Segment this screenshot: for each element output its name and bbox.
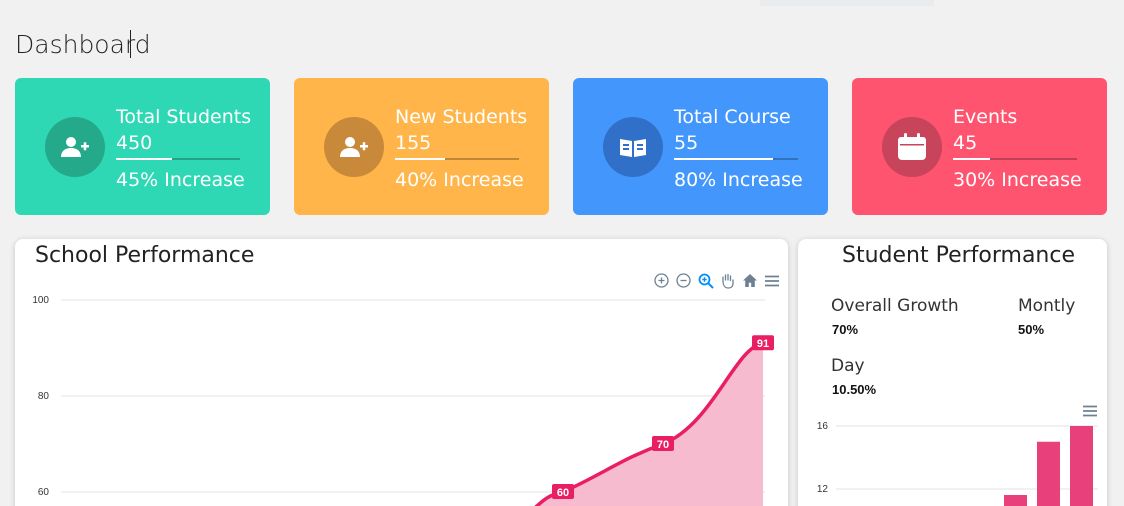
bar: [1037, 441, 1060, 506]
card-footer: 80% Increase: [674, 169, 803, 191]
card-value: 45: [953, 132, 978, 154]
school-performance-chart: 100 80 60 60 70 91: [32, 295, 774, 506]
y-tick-label: 16: [817, 421, 829, 432]
top-strip: [760, 0, 934, 6]
card-title: New Students: [395, 106, 528, 128]
bar: [1070, 426, 1093, 506]
progress-bar: [395, 158, 519, 160]
y-tick-label: 80: [38, 391, 50, 402]
progress-bar: [953, 158, 1077, 160]
school-performance-panel: School Performance 100 80 60 60 70 91: [15, 239, 788, 506]
card-footer: 40% Increase: [395, 169, 524, 191]
data-label: 60: [557, 487, 569, 499]
card-value: 450: [116, 132, 153, 154]
y-tick-label: 60: [38, 487, 50, 498]
data-label: 91: [757, 338, 769, 350]
card-value: 155: [395, 132, 432, 154]
data-label: 70: [657, 439, 669, 451]
card-events[interactable]: Events 45 30% Increase: [852, 78, 1107, 215]
progress-fill: [116, 158, 172, 160]
book-open-icon: [603, 117, 663, 177]
card-total-students[interactable]: Total Students 450 45% Increase: [15, 78, 270, 215]
user-plus-icon: [324, 117, 384, 177]
area-fill: [536, 343, 763, 506]
user-plus-icon: [45, 117, 105, 177]
card-total-course[interactable]: Total Course 55 80% Increase: [573, 78, 828, 215]
text-cursor: [130, 30, 131, 58]
bar: [1004, 495, 1027, 506]
progress-fill: [395, 158, 445, 160]
student-performance-panel: Student Performance Overall Growth 70% M…: [798, 239, 1107, 506]
progress-fill: [674, 158, 774, 160]
card-title: Total Students: [116, 106, 252, 128]
card-new-students[interactable]: New Students 155 40% Increase: [294, 78, 549, 215]
card-value: 55: [674, 132, 699, 154]
student-performance-chart: 1612: [817, 421, 1098, 506]
y-tick-label: 100: [32, 295, 49, 306]
progress-bar: [674, 158, 798, 160]
card-footer: 30% Increase: [953, 169, 1082, 191]
card-title: Total Course: [674, 106, 791, 128]
card-footer: 45% Increase: [116, 169, 245, 191]
card-title: Events: [953, 106, 1018, 128]
y-tick-label: 12: [817, 484, 829, 495]
progress-fill: [953, 158, 991, 160]
progress-bar: [116, 158, 240, 160]
calendar-icon: [882, 117, 942, 177]
